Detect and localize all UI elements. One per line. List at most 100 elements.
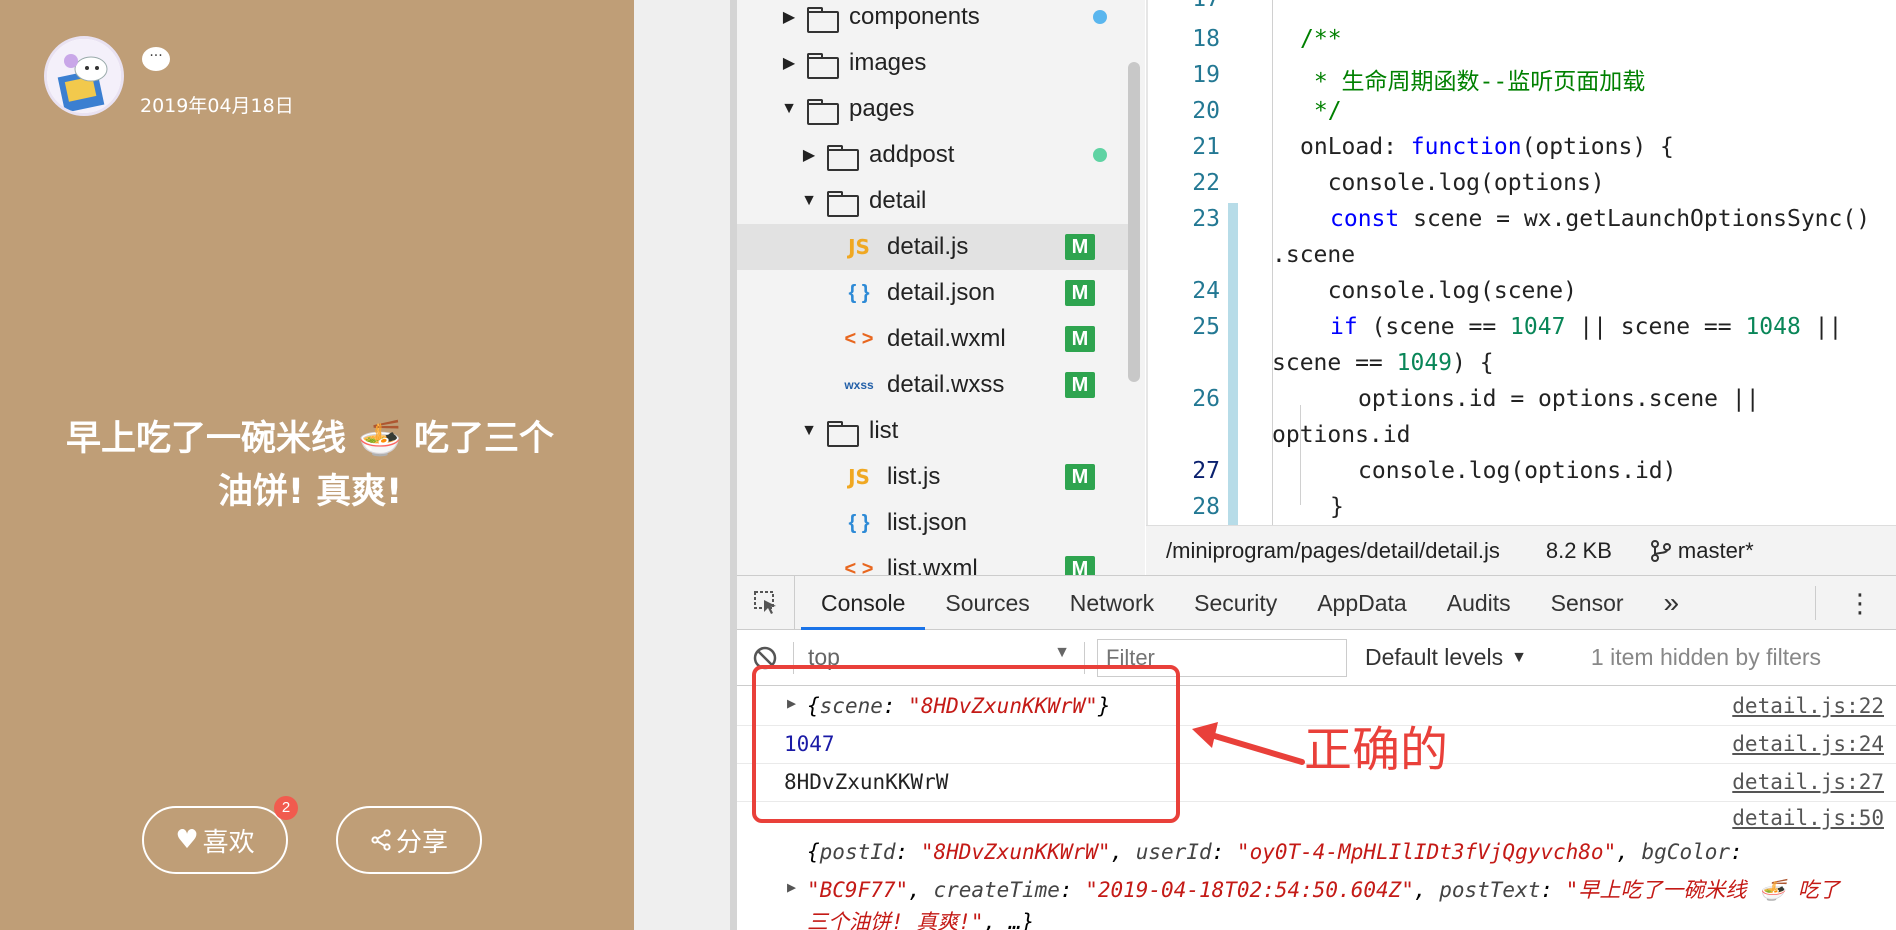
wxss-file-icon: wxss bbox=[844, 378, 874, 392]
line-number-current: 27 bbox=[1192, 458, 1220, 484]
line-number: 17 bbox=[1148, 0, 1220, 12]
code-token: scene == bbox=[1272, 350, 1397, 376]
line-number: 25 bbox=[1192, 314, 1220, 340]
tab-security[interactable]: Security bbox=[1174, 576, 1297, 630]
folder-open-icon bbox=[827, 419, 859, 447]
console-object-line: {postId: "8HDvZxunKKWrW", userId: "oy0T-… bbox=[807, 840, 1743, 864]
code-number: 1047 bbox=[1510, 314, 1566, 340]
indent-guide bbox=[1300, 405, 1301, 505]
tree-item-label: detail.wxml bbox=[887, 325, 1006, 352]
obj-value: "早上吃了一碗米线 🍜 吃了 bbox=[1565, 878, 1840, 902]
code-line: */ bbox=[1300, 98, 1342, 124]
tree-folder-addpost[interactable]: ▶ addpost bbox=[737, 132, 1129, 178]
post-text-line: 油饼! 真爽! bbox=[217, 472, 403, 512]
code-token: onLoad: bbox=[1300, 134, 1411, 160]
source-link[interactable]: detail.js:27 bbox=[1732, 770, 1884, 794]
tab-sources[interactable]: Sources bbox=[925, 576, 1049, 630]
js-file-icon: JS bbox=[848, 465, 870, 489]
panel-gap bbox=[634, 0, 732, 930]
tab-audits[interactable]: Audits bbox=[1427, 576, 1531, 630]
line-number: 23 bbox=[1192, 206, 1220, 232]
code-line: /** bbox=[1300, 26, 1342, 52]
chat-bubble-icon: ··· bbox=[142, 47, 170, 71]
tab-network[interactable]: Network bbox=[1050, 576, 1174, 630]
chevron-right-icon: ▶ bbox=[782, 55, 796, 72]
tree-file-list-js[interactable]: JS list.js M bbox=[737, 454, 1129, 500]
tree-file-detail-wxss[interactable]: wxss detail.wxss M bbox=[737, 362, 1129, 408]
panel-divider[interactable] bbox=[730, 0, 737, 930]
line-number: 26 bbox=[1192, 386, 1220, 412]
phone-preview: ··· 2019年04月18日 早上吃了一碗米线 🍜 吃了三个 油饼! 真爽! … bbox=[0, 0, 634, 930]
code-line: if (scene == 1047 || scene == 1048 || bbox=[1330, 314, 1842, 340]
tree-item-label: pages bbox=[849, 95, 915, 122]
modified-badge: M bbox=[1065, 280, 1095, 306]
tree-file-list-wxml[interactable]: < > list.wxml M bbox=[737, 546, 1129, 575]
tree-item-label: addpost bbox=[869, 141, 955, 168]
tree-folder-pages[interactable]: ▼ pages bbox=[737, 86, 1129, 132]
code-line: console.log(options) bbox=[1300, 170, 1605, 196]
tree-scrollbar[interactable] bbox=[1128, 62, 1140, 382]
console-object-line: 三个油饼! 真爽!", …} bbox=[807, 906, 1034, 930]
folder-icon bbox=[827, 143, 859, 171]
source-link[interactable]: detail.js:50 bbox=[1732, 806, 1884, 830]
tree-file-detail-json[interactable]: { } detail.json M bbox=[737, 270, 1129, 316]
hidden-items-text: 1 item hidden by filters bbox=[1590, 644, 1822, 670]
source-link[interactable]: detail.js:24 bbox=[1732, 732, 1884, 756]
line-number: 22 bbox=[1192, 170, 1220, 196]
code-line: console.log(scene) bbox=[1300, 278, 1577, 304]
js-file-icon: JS bbox=[848, 235, 870, 259]
tree-folder-images[interactable]: ▶ images bbox=[737, 40, 1129, 86]
code-token: (scene == bbox=[1357, 314, 1511, 340]
log-levels-dropdown[interactable]: Default levels ▼ bbox=[1365, 644, 1527, 671]
avatar[interactable] bbox=[44, 36, 124, 116]
tab-console[interactable]: Console bbox=[801, 576, 926, 630]
tree-item-label: detail.wxss bbox=[887, 371, 1005, 398]
obj-value: 三个油饼! 真爽!" bbox=[807, 910, 984, 930]
tab-appdata[interactable]: AppData bbox=[1297, 576, 1427, 630]
line-number: 28 bbox=[1192, 494, 1220, 520]
tree-file-detail-js[interactable]: JS detail.js M bbox=[737, 224, 1129, 270]
obj-key: postText bbox=[1439, 878, 1541, 902]
obj-value: "BC9F77" bbox=[807, 878, 909, 902]
tree-folder-components[interactable]: ▶ components bbox=[737, 0, 1129, 40]
chevron-right-icon: ▶ bbox=[802, 147, 816, 164]
code-token: scene = wx.getLaunchOptionsSync() bbox=[1399, 206, 1871, 232]
like-button[interactable]: ♥ 喜欢 bbox=[142, 806, 288, 874]
devtools-tabbar: Console Sources Network Security AppData… bbox=[737, 575, 1896, 630]
git-branch[interactable]: master* bbox=[1650, 538, 1754, 564]
code-editor[interactable]: 17 18 /** 19 * 生命周期函数--监听页面加载 20 */ 21 o… bbox=[1146, 0, 1896, 525]
line-number: 20 bbox=[1192, 98, 1220, 124]
like-count-badge: 2 bbox=[274, 796, 298, 820]
code-line-wrap: options.id bbox=[1272, 422, 1411, 448]
tree-item-label: components bbox=[849, 3, 980, 30]
post-text: 早上吃了一碗米线 🍜 吃了三个 油饼! 真爽! bbox=[50, 413, 570, 519]
kebab-menu-icon[interactable]: ⋮ bbox=[1847, 584, 1873, 622]
obj-value: "8HDvZxunKKWrW" bbox=[920, 840, 1111, 864]
status-dot bbox=[1093, 148, 1107, 162]
inspect-element-icon[interactable] bbox=[737, 575, 795, 630]
code-token: || scene == bbox=[1565, 314, 1746, 340]
tab-sensor[interactable]: Sensor bbox=[1531, 576, 1644, 630]
dropdown-arrow-icon: ▼ bbox=[1511, 648, 1527, 666]
tree-folder-list[interactable]: ▼ list bbox=[737, 408, 1129, 454]
source-link[interactable]: detail.js:22 bbox=[1732, 694, 1884, 718]
expand-triangle-icon[interactable]: ▶ bbox=[787, 878, 796, 896]
line-number: 21 bbox=[1192, 134, 1220, 160]
tree-folder-detail[interactable]: ▼ detail bbox=[737, 178, 1129, 224]
tree-item-label: list.json bbox=[887, 509, 968, 536]
cursor-select-icon bbox=[753, 590, 776, 614]
obj-tail: , …} bbox=[983, 910, 1035, 930]
tree-file-list-json[interactable]: { } list.json bbox=[737, 500, 1129, 546]
more-tabs-button[interactable]: » bbox=[1644, 576, 1700, 630]
tree-file-detail-wxml[interactable]: < > detail.wxml M bbox=[737, 316, 1129, 362]
share-icon bbox=[371, 829, 391, 851]
tree-item-label: images bbox=[849, 49, 927, 76]
code-token: (options) { bbox=[1521, 134, 1674, 160]
folder-open-icon bbox=[827, 189, 859, 217]
console-object-line: "BC9F77", createTime: "2019-04-18T02:54:… bbox=[807, 878, 1840, 902]
modified-badge: M bbox=[1065, 326, 1095, 352]
share-button[interactable]: 分享 bbox=[336, 806, 482, 874]
post-text-line: 早上吃了一碗米线 🍜 吃了三个 bbox=[66, 419, 554, 459]
post-date: 2019年04月18日 bbox=[140, 95, 294, 117]
tree-item-label: list bbox=[869, 417, 899, 444]
